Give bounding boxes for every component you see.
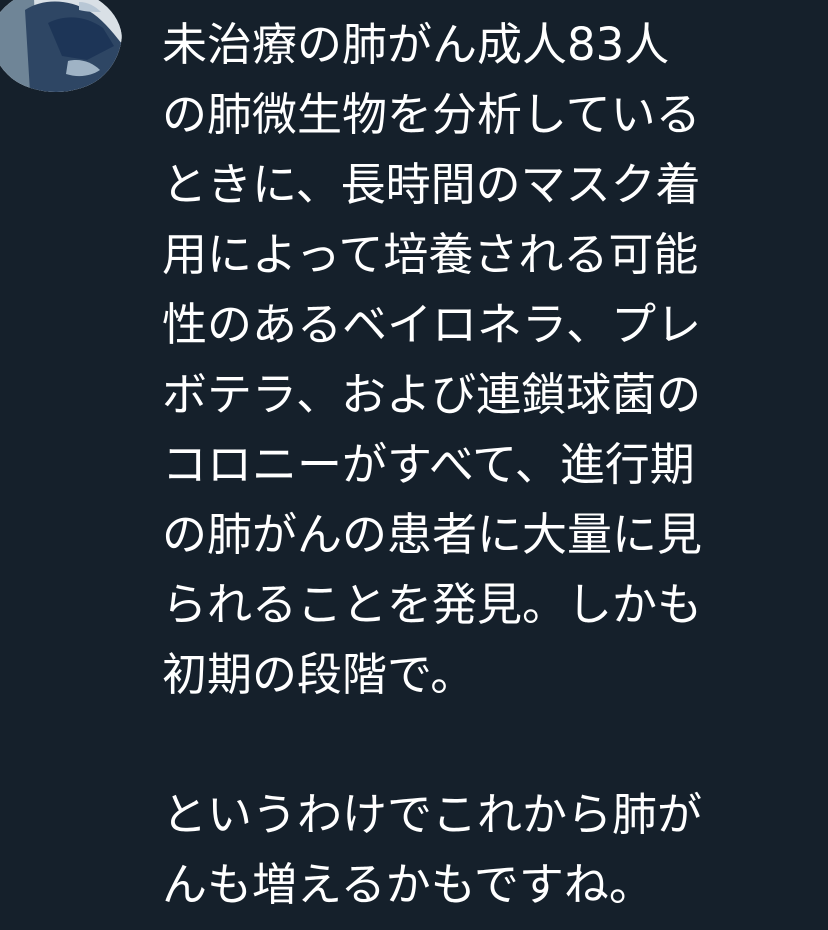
tweet-text-line: コロニーがすべて、進行期 — [162, 438, 695, 491]
tweet-text-line: ボテラ、および連鎖球菌の — [162, 368, 702, 421]
tweet-text-line: 初期の段階で。 — [162, 648, 476, 701]
tweet-body: 未治療の肺がん成人83人 の肺微生物を分析している ときに、長時間のマスク着 用… — [162, 10, 802, 920]
tweet-text-line: 未治療の肺がん成人83人 — [162, 18, 670, 71]
tweet-text-line: の肺微生物を分析している — [162, 88, 701, 141]
tweet-text-line: というわけでこれから肺が — [162, 788, 703, 841]
tweet-text-line: られることを発見。しかも — [162, 578, 703, 631]
tweet-text-line: 用によって培養される可能 — [162, 228, 699, 281]
tweet-text-line: んも増えるかもですね。 — [162, 858, 654, 911]
tweet-text-line: 性のあるベイロネラ、プレ — [162, 298, 702, 351]
tweet-text-line: ときに、長時間のマスク着 — [162, 158, 701, 211]
tweet-text-line: の肺がんの患者に大量に見 — [162, 508, 703, 561]
tweet-view: 未治療の肺がん成人83人 の肺微生物を分析している ときに、長時間のマスク着 用… — [0, 0, 828, 930]
avatar-crop[interactable] — [0, 0, 122, 92]
avatar[interactable] — [0, 0, 122, 92]
